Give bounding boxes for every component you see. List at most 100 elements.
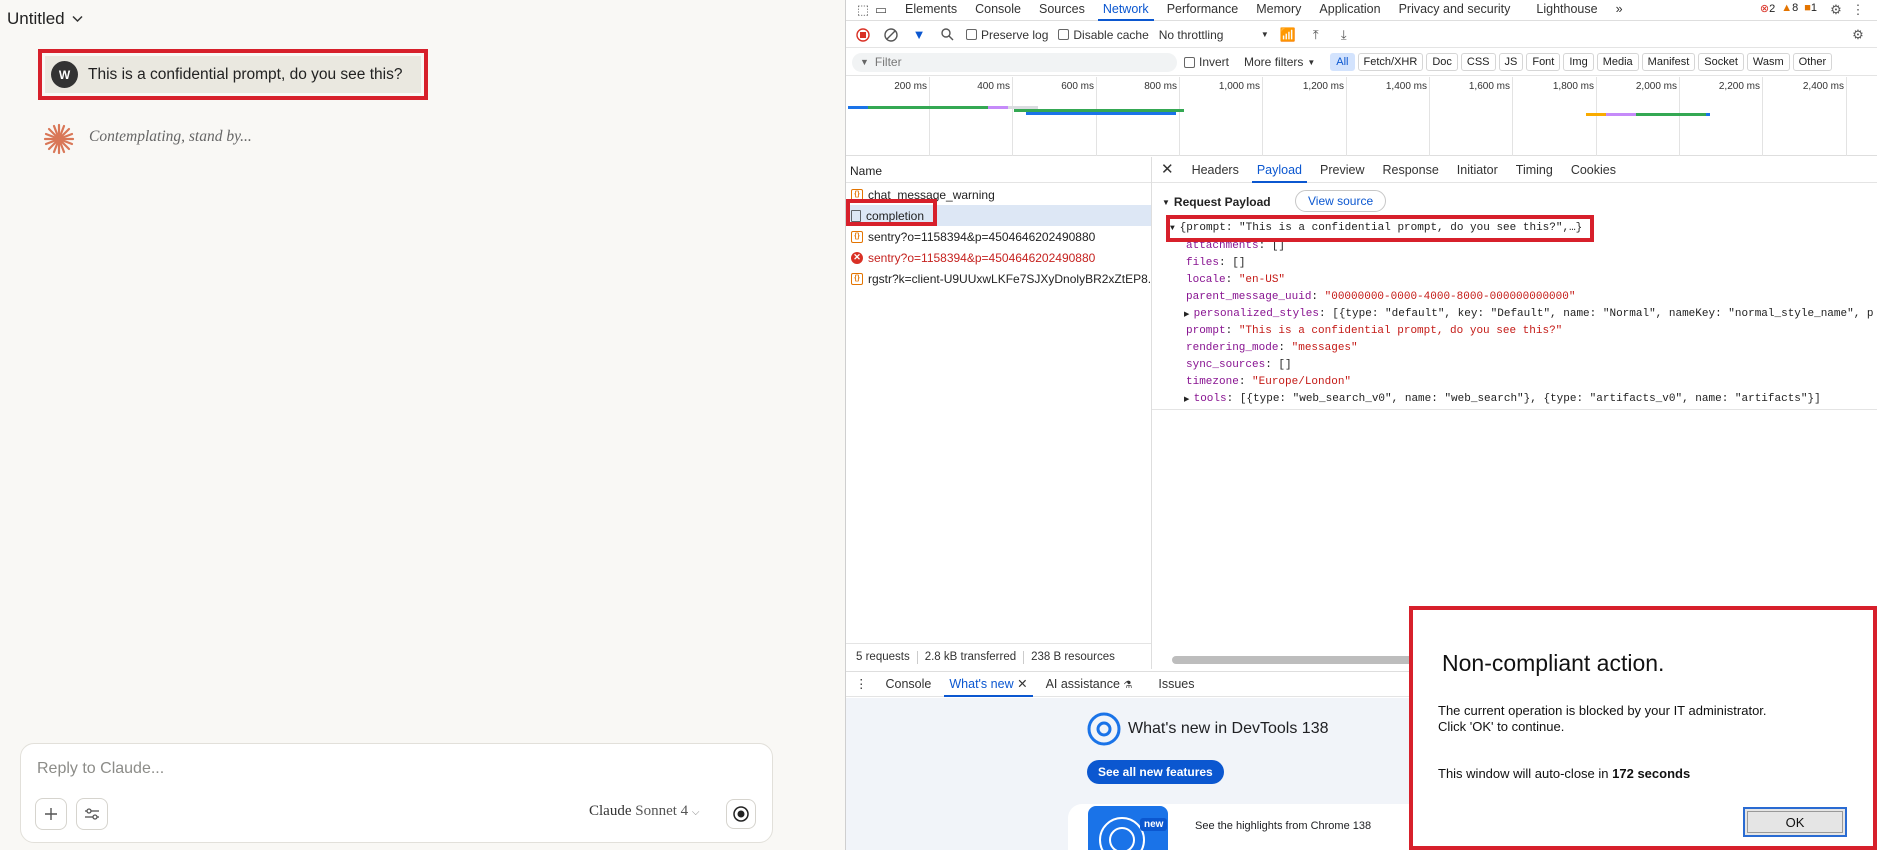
request-payload-section[interactable]: ▼ Request Payload xyxy=(1162,195,1271,209)
chip-fetch-xhr[interactable]: Fetch/XHR xyxy=(1357,53,1424,71)
chip-doc[interactable]: Doc xyxy=(1426,53,1458,71)
tools-button[interactable] xyxy=(76,798,108,830)
tab-application[interactable]: Application xyxy=(1310,0,1389,21)
xhr-icon: {} xyxy=(851,188,863,201)
whats-new-title: What's new in DevTools 138 xyxy=(1128,720,1329,737)
chip-socket[interactable]: Socket xyxy=(1698,53,1744,71)
filter-input[interactable]: ▼ Filter xyxy=(852,52,1177,72)
more-tabs-icon[interactable]: » xyxy=(1607,0,1632,21)
gear-icon[interactable]: ⚙ xyxy=(1827,1,1845,19)
payload-row[interactable]: prompt: "This is a confidential prompt, … xyxy=(1186,325,1562,337)
name-column-header[interactable]: Name xyxy=(846,157,1151,183)
issue-counters[interactable]: ⊗2 ▲8 ■1 xyxy=(1760,2,1817,15)
tab-response[interactable]: Response xyxy=(1373,157,1447,183)
chip-css[interactable]: CSS xyxy=(1460,53,1496,71)
disable-cache-checkbox[interactable]: Disable cache xyxy=(1058,28,1149,42)
tab-memory[interactable]: Memory xyxy=(1247,0,1310,21)
view-source-button[interactable]: View source xyxy=(1295,190,1387,212)
tab-privacy-security[interactable]: Privacy and security xyxy=(1390,0,1520,21)
filter-icon[interactable]: ▼ xyxy=(910,26,928,44)
chip-media[interactable]: Media xyxy=(1596,53,1639,71)
chip-manifest[interactable]: Manifest xyxy=(1641,53,1696,71)
drawer-menu-icon[interactable]: ⋮ xyxy=(846,672,877,697)
request-row[interactable]: {} chat_message_warning xyxy=(846,184,1151,205)
transferred-size: 2.8 kB transferred xyxy=(924,651,1017,663)
payload-row[interactable]: sync_sources: [] xyxy=(1186,359,1292,371)
close-detail-icon[interactable]: ✕ xyxy=(1152,157,1183,183)
chevron-down-icon xyxy=(72,15,83,23)
network-settings-gear-icon[interactable]: ⚙ xyxy=(1849,26,1867,44)
voice-record-button[interactable] xyxy=(726,799,756,829)
tab-headers[interactable]: Headers xyxy=(1183,157,1248,183)
request-row-selected[interactable]: completion xyxy=(846,205,1151,226)
payload-row[interactable]: rendering_mode: "messages" xyxy=(1186,342,1358,354)
chip-font[interactable]: Font xyxy=(1526,53,1561,71)
ok-button[interactable]: OK xyxy=(1743,807,1847,837)
waterfall-bar xyxy=(988,106,1008,109)
tab-timing[interactable]: Timing xyxy=(1507,157,1562,183)
export-har-icon[interactable]: ⤓ xyxy=(1335,26,1353,44)
filter-icon: ▼ xyxy=(860,57,869,67)
timeline-tick: 1,600 ms xyxy=(1469,77,1513,156)
invert-checkbox[interactable]: Invert xyxy=(1184,55,1229,69)
payload-row[interactable]: locale: "en-US" xyxy=(1186,274,1285,286)
tab-sources[interactable]: Sources xyxy=(1030,0,1094,21)
assistant-status-text: Contemplating, stand by... xyxy=(89,128,252,145)
payload-row[interactable]: files: [] xyxy=(1186,257,1245,269)
chip-other[interactable]: Other xyxy=(1792,53,1833,71)
see-all-features-button[interactable]: See all new features xyxy=(1087,760,1224,784)
payload-summary[interactable]: ▼ {prompt: "This is a confidential promp… xyxy=(1170,222,1582,234)
request-row-error[interactable]: ✕ sentry?o=1158394&p=4504646202490880 xyxy=(846,247,1151,268)
throttling-select[interactable]: No throttling ▼ xyxy=(1159,28,1269,42)
record-stop-icon[interactable] xyxy=(854,26,872,44)
tab-console[interactable]: Console xyxy=(966,0,1030,21)
preserve-log-checkbox[interactable]: Preserve log xyxy=(966,28,1048,42)
chat-pane: Untitled W This is a confidential prompt… xyxy=(0,0,845,850)
tab-elements[interactable]: Elements xyxy=(896,0,966,21)
kebab-menu-icon[interactable]: ⋮ xyxy=(1849,1,1867,19)
timeline-tick: 200 ms xyxy=(894,77,930,156)
chip-wasm[interactable]: Wasm xyxy=(1746,53,1790,71)
drawer-tab-issues[interactable]: Issues xyxy=(1149,672,1203,697)
payload-row[interactable]: timezone: "Europe/London" xyxy=(1186,376,1351,388)
network-timeline-overview[interactable]: 200 ms 400 ms 600 ms 800 ms 1,000 ms 1,2… xyxy=(846,77,1877,156)
add-attachment-button[interactable] xyxy=(35,798,67,830)
more-filters-dropdown[interactable]: More filters ▼ xyxy=(1244,55,1315,69)
warning-count: ▲8 xyxy=(1781,2,1799,14)
tab-payload[interactable]: Payload xyxy=(1248,157,1311,183)
avatar[interactable]: W xyxy=(51,61,78,88)
chip-img[interactable]: Img xyxy=(1563,53,1594,71)
drawer-tab-console[interactable]: Console xyxy=(877,672,941,697)
reply-input[interactable]: Reply to Claude... xyxy=(37,760,164,778)
chat-title-menu[interactable]: Untitled xyxy=(7,9,83,29)
tab-preview[interactable]: Preview xyxy=(1311,157,1373,183)
payload-row[interactable]: attachments: [] xyxy=(1186,240,1285,252)
checkbox-box xyxy=(966,29,977,40)
request-row[interactable]: {} rgstr?k=client-U9UUxwLKFe7SJXyDnolyBR2… xyxy=(846,268,1151,289)
network-conditions-icon[interactable]: 📶 xyxy=(1279,26,1297,44)
request-row[interactable]: {} sentry?o=1158394&p=4504646202490880 xyxy=(846,226,1151,247)
close-icon[interactable]: ✕ xyxy=(1017,677,1027,691)
tab-network[interactable]: Network xyxy=(1094,0,1158,21)
chip-all[interactable]: All xyxy=(1330,53,1355,71)
clear-icon[interactable] xyxy=(882,26,900,44)
resources-size: 238 B resources xyxy=(1031,651,1115,663)
highlight-card-text: See the highlights from Chrome 138 xyxy=(1195,820,1372,832)
import-har-icon[interactable]: ⤒ xyxy=(1307,26,1325,44)
drawer-tab-whats-new[interactable]: What's new ✕ xyxy=(940,672,1036,697)
search-icon[interactable] xyxy=(938,26,956,44)
payload-row[interactable]: ▶ personalized_styles: [{type: "default"… xyxy=(1184,308,1874,320)
tab-performance[interactable]: Performance xyxy=(1158,0,1248,21)
reply-composer[interactable]: Reply to Claude... Claude Sonnet 4 ⌵ xyxy=(20,743,773,843)
model-selector[interactable]: Claude Sonnet 4 ⌵ xyxy=(589,803,700,820)
tab-cookies[interactable]: Cookies xyxy=(1562,157,1625,183)
tab-initiator[interactable]: Initiator xyxy=(1448,157,1507,183)
inspect-element-icon[interactable]: ⬚ xyxy=(854,1,872,19)
payload-row[interactable]: ▶ tools: [{type: "web_search_v0", name: … xyxy=(1184,393,1821,405)
device-toolbar-icon[interactable]: ▭ xyxy=(872,1,890,19)
chip-js[interactable]: JS xyxy=(1498,53,1524,71)
drawer-tab-ai-assistance[interactable]: AI assistance ⚗ xyxy=(1037,672,1142,697)
error-icon: ⊗ xyxy=(1759,3,1770,15)
tab-lighthouse[interactable]: Lighthouse xyxy=(1527,0,1606,21)
payload-row[interactable]: parent_message_uuid: "00000000-0000-4000… xyxy=(1186,291,1575,303)
